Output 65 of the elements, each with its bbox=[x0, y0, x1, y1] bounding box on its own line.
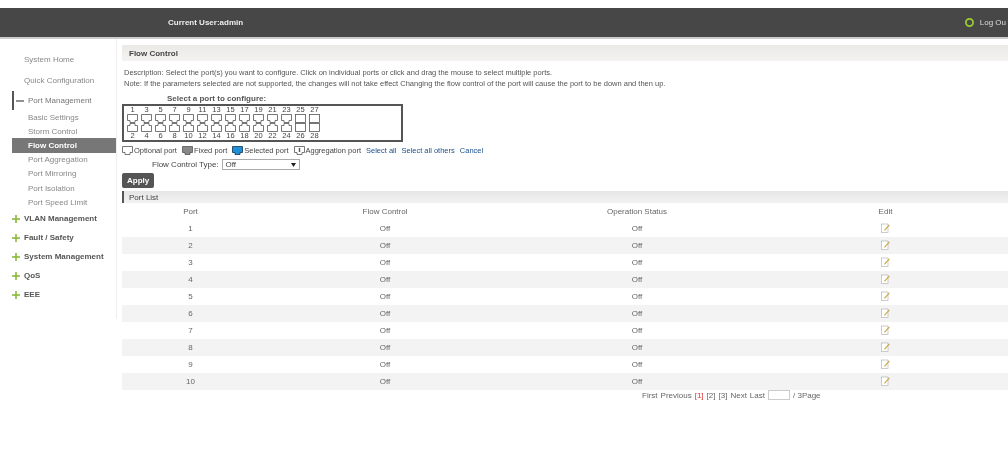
sidebar-item[interactable]: Port Speed Limit bbox=[0, 195, 116, 210]
table-cell: 9 bbox=[122, 356, 259, 373]
current-user: Current User:admin bbox=[168, 18, 244, 27]
page-title: Flow Control bbox=[129, 48, 178, 58]
table-cell: Off bbox=[259, 288, 511, 305]
table-cell: Off bbox=[511, 373, 763, 390]
page-count: / 3Page bbox=[793, 390, 821, 400]
sidebar-item[interactable]: Port Isolation bbox=[0, 180, 116, 196]
page-link[interactable]: [1] bbox=[694, 390, 704, 400]
previous-link[interactable]: Previous bbox=[660, 390, 692, 400]
sidebar-group[interactable]: QoS bbox=[24, 271, 41, 281]
table-cell: Off bbox=[259, 356, 511, 373]
table-cell: 1 bbox=[122, 220, 259, 237]
table-cell: Off bbox=[511, 220, 763, 237]
table-cell: Off bbox=[511, 322, 763, 339]
last-link[interactable]: Last bbox=[749, 390, 765, 400]
table-cell: 10 bbox=[122, 373, 259, 390]
sidebar-item[interactable]: Flow Control bbox=[12, 138, 116, 153]
table-cell: 6 bbox=[122, 305, 259, 322]
apply-button[interactable]: Apply bbox=[122, 173, 155, 188]
sidebar-item[interactable]: Storm Control bbox=[0, 124, 116, 139]
table-cell: Off bbox=[259, 271, 511, 288]
table-cell: Off bbox=[511, 254, 763, 271]
sidebar-item[interactable]: Basic Settings bbox=[0, 110, 116, 125]
table-cell: Off bbox=[511, 356, 763, 373]
table-cell: Off bbox=[511, 271, 763, 288]
table-cell: Off bbox=[259, 339, 511, 356]
sidebar-group[interactable]: Fault / Safety bbox=[24, 233, 74, 243]
table-cell: Off bbox=[259, 254, 511, 271]
sidebar-item[interactable]: Port Aggregation bbox=[0, 152, 116, 167]
table-cell: 5 bbox=[122, 288, 259, 305]
section-title: Port List bbox=[129, 192, 159, 202]
table-cell: 3 bbox=[122, 254, 259, 271]
field-label: Flow Control Type: bbox=[152, 160, 219, 169]
sidebar-group[interactable]: Port Management bbox=[28, 96, 92, 105]
table-cell: Off bbox=[511, 339, 763, 356]
sidebar-group[interactable]: EEE bbox=[24, 290, 40, 300]
first-link[interactable]: First bbox=[642, 390, 658, 400]
column-header: Operation Status bbox=[605, 206, 668, 218]
table-cell: 7 bbox=[122, 322, 259, 339]
table-cell: 8 bbox=[122, 339, 259, 356]
table-cell: 2 bbox=[122, 237, 259, 254]
logout-link[interactable]: Log Ou bbox=[979, 18, 1006, 27]
port-select-label: Select a port to configure: bbox=[167, 94, 268, 103]
table-cell: Off bbox=[511, 237, 763, 254]
table-cell: Off bbox=[511, 288, 763, 305]
flow-control-select[interactable]: Off bbox=[221, 159, 300, 170]
page-link[interactable]: [3] bbox=[718, 390, 728, 400]
sidebar-item[interactable]: System Home bbox=[0, 49, 116, 70]
column-header: Edit bbox=[877, 206, 894, 218]
column-header: Port bbox=[182, 206, 199, 218]
next-link[interactable]: Next bbox=[730, 390, 747, 400]
table-cell: Off bbox=[259, 220, 511, 237]
table-cell: Off bbox=[511, 305, 763, 322]
page-link[interactable]: [2] bbox=[706, 390, 716, 400]
table-cell: 4 bbox=[122, 271, 259, 288]
table-cell: Off bbox=[259, 305, 511, 322]
table-cell: Off bbox=[259, 373, 511, 390]
column-header: Flow Control bbox=[361, 206, 409, 218]
sidebar-group[interactable]: System Management bbox=[24, 252, 104, 262]
sidebar-group[interactable]: VLAN Management bbox=[24, 214, 97, 224]
table-cell: Off bbox=[259, 322, 511, 339]
table-cell: Off bbox=[259, 237, 511, 254]
sidebar-item[interactable]: Quick Configuration bbox=[0, 70, 116, 91]
sidebar-item[interactable]: Port Mirroring bbox=[0, 166, 116, 181]
